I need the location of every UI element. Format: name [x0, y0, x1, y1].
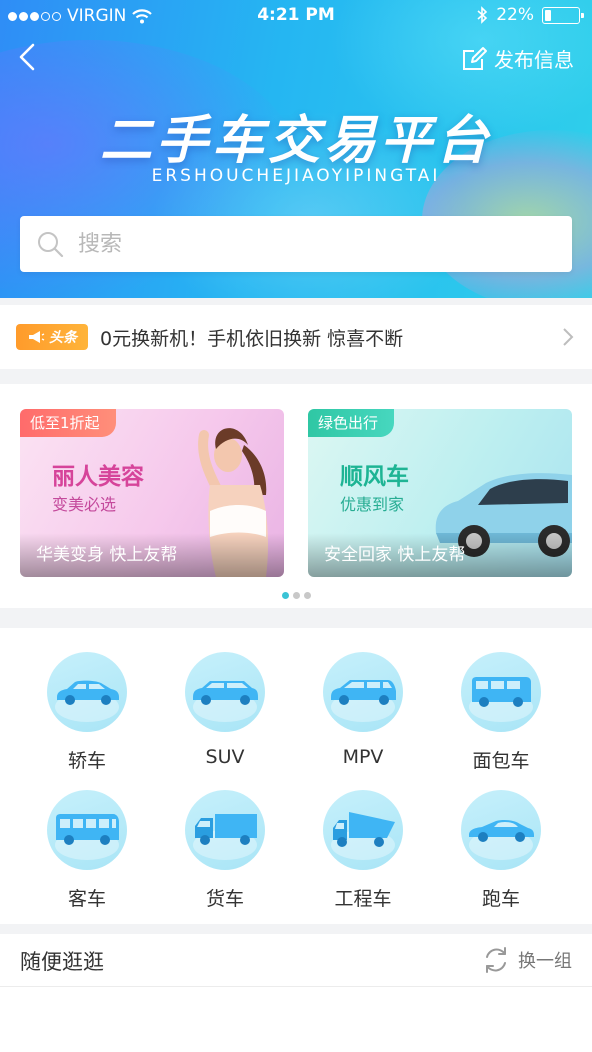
refresh-icon — [486, 947, 506, 973]
headline-text: 0元换新机！手机依旧换新 惊喜不断 — [100, 327, 404, 350]
chevron-right-icon — [563, 328, 574, 346]
category-label: 面包车 — [472, 750, 530, 772]
promo-title: 顺风车 — [340, 464, 409, 490]
dump-truck-icon — [323, 790, 403, 870]
headline-badge: 头条 — [16, 324, 88, 350]
category-van[interactable]: 面包车 — [441, 652, 561, 773]
publish-button[interactable]: 发布信息 — [460, 44, 574, 73]
promo-footer: 安全回家 快上友帮 — [308, 533, 572, 577]
back-arrow-icon[interactable] — [14, 42, 44, 72]
category-label: MPV — [342, 746, 384, 768]
status-right: 22% — [476, 5, 584, 25]
category-sedan[interactable]: 轿车 — [27, 652, 147, 773]
truck-icon — [185, 790, 265, 870]
promo-footer: 华美变身 快上友帮 — [20, 533, 284, 577]
category-sports[interactable]: 跑车 — [441, 790, 561, 911]
category-label: 轿车 — [67, 750, 106, 772]
pager-dot[interactable] — [292, 592, 300, 599]
edit-icon — [463, 46, 487, 70]
van-icon — [461, 652, 541, 732]
pager-dot[interactable] — [303, 592, 311, 599]
promo-tag: 绿色出行 — [308, 409, 395, 437]
category-label: 跑车 — [481, 888, 520, 910]
megaphone-icon — [29, 331, 45, 343]
category-label: 货车 — [205, 888, 244, 910]
section-title: 随便逛逛 — [20, 950, 104, 974]
sports-car-icon — [461, 790, 541, 870]
page-title: 二手车交易平台 — [99, 111, 492, 171]
category-label: SUV — [205, 746, 245, 768]
headline-badge-label: 头条 — [49, 330, 77, 346]
random-browse-section: 随便逛逛 换一组 — [0, 934, 592, 1052]
category-suv[interactable]: SUV — [165, 652, 285, 768]
divider — [0, 986, 592, 987]
headline-bar[interactable]: 头条 0元换新机！手机依旧换新 惊喜不断 — [0, 305, 592, 369]
category-mpv[interactable]: MPV — [303, 652, 423, 768]
sedan-icon — [47, 652, 127, 732]
publish-label: 发布信息 — [494, 48, 574, 72]
refresh-label: 换一组 — [518, 951, 572, 972]
pager-dot[interactable] — [281, 592, 289, 599]
category-bus[interactable]: 客车 — [27, 790, 147, 911]
promo-carousel: 低至1折起 丽人美容 变美必选 华美变身 快上友帮 绿色出行 顺风车 优惠到家 … — [0, 384, 592, 608]
search-icon — [38, 232, 64, 258]
battery-percent: 22% — [496, 5, 534, 25]
promo-subtitle: 变美必选 — [52, 495, 117, 514]
refresh-button[interactable]: 换一组 — [482, 946, 572, 974]
category-label: 客车 — [67, 888, 106, 910]
bus-icon — [47, 790, 127, 870]
promo-tag: 低至1折起 — [20, 409, 116, 437]
category-truck[interactable]: 货车 — [165, 790, 285, 911]
header-banner: VIRGIN 4:21 PM 22% 发布信息 二手车交易平台 ERSHOUCH… — [0, 0, 592, 298]
promo-card-carpool[interactable]: 绿色出行 顺风车 优惠到家 安全回家 快上友帮 — [308, 409, 572, 577]
carousel-pager — [0, 592, 592, 599]
bluetooth-icon — [477, 6, 488, 24]
promo-subtitle: 优惠到家 — [340, 495, 405, 514]
status-bar: VIRGIN 4:21 PM 22% — [0, 0, 592, 32]
vehicle-category-grid: 轿车 SUV MPV 面包车 客车 货车 工程车 跑车 — [0, 628, 592, 924]
search-bar[interactable] — [20, 216, 572, 272]
category-engineering[interactable]: 工程车 — [303, 790, 423, 911]
search-input[interactable] — [78, 231, 518, 257]
promo-card-beauty[interactable]: 低至1折起 丽人美容 变美必选 华美变身 快上友帮 — [20, 409, 284, 577]
battery-icon — [542, 6, 584, 24]
promo-title: 丽人美容 — [52, 464, 144, 490]
page-subtitle: ERSHOUCHEJIAOYIPINGTAI — [151, 166, 441, 186]
mpv-icon — [323, 652, 403, 732]
category-label: 工程车 — [334, 888, 392, 910]
suv-icon — [185, 652, 265, 732]
